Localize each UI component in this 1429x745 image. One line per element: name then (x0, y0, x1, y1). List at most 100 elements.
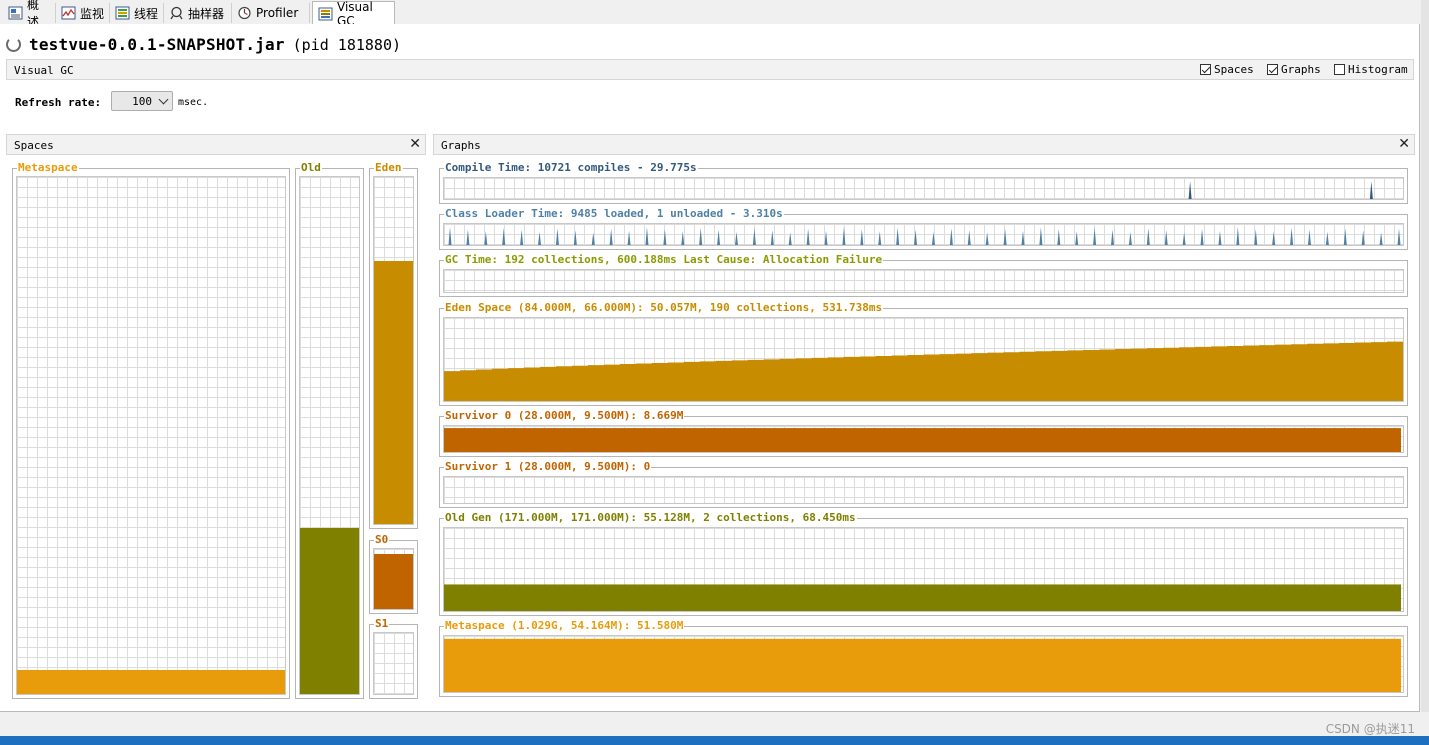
class-load-spike (985, 232, 989, 245)
eden-usage-area (444, 341, 1403, 401)
class-load-spike (1361, 230, 1365, 245)
visual-gc-label: Visual GC (14, 64, 74, 77)
class-load-spike (1325, 231, 1329, 245)
threads-icon (115, 6, 130, 20)
s1-space: S1 (369, 618, 418, 699)
old-gen-chart (444, 584, 1401, 611)
window-edge (1421, 0, 1429, 712)
class-load-spike (824, 230, 828, 245)
gc-time-graph: GC Time: 192 collections, 600.188ms Last… (439, 254, 1408, 297)
graph-label: Class Loader Time: 9485 loaded, 1 unload… (444, 207, 784, 220)
class-load-spike (555, 228, 559, 245)
class-loader-chart (448, 227, 1401, 245)
metaspace-space: Metaspace (12, 162, 290, 699)
class-load-spike (538, 231, 542, 245)
checkbox-box[interactable] (1334, 64, 1345, 75)
histogram-checkbox[interactable]: Histogram (1334, 63, 1408, 76)
s1-label: S1 (374, 617, 390, 630)
graph-plot (443, 269, 1404, 293)
class-load-spike (1290, 227, 1294, 245)
tab-monitor[interactable]: 监视 (56, 3, 110, 23)
graph-plot (443, 317, 1404, 402)
class-load-spike (1039, 227, 1043, 245)
class-load-spike (1093, 227, 1097, 245)
taskbar-strip (0, 736, 1429, 745)
class-load-spike (1182, 232, 1186, 245)
close-icon[interactable]: ✕ (1398, 136, 1410, 152)
graph-plot (443, 527, 1404, 612)
refresh-rate-label: Refresh rate: (15, 96, 102, 109)
compile-spike (1188, 181, 1192, 199)
checkbox-box[interactable] (1200, 64, 1211, 75)
tab-sampler[interactable]: 抽样器 (164, 3, 232, 23)
graph-label: Old Gen (171.000M, 171.000M): 55.128M, 2… (444, 511, 857, 524)
close-icon[interactable]: ✕ (409, 136, 421, 152)
metaspace-graph: Metaspace (1.029G, 54.164M): 51.580M (439, 620, 1408, 697)
tab-profiler[interactable]: Profiler (232, 3, 310, 23)
class-load-spike (1343, 228, 1347, 245)
graph-plot (443, 223, 1404, 246)
tab-label: 抽样器 (188, 6, 225, 21)
class-load-spike (699, 227, 703, 245)
class-load-spike (448, 227, 452, 245)
class-load-spike (878, 231, 882, 245)
spaces-header: Spaces ✕ (6, 134, 426, 155)
graphs-checkbox[interactable]: Graphs (1267, 63, 1321, 76)
checkbox-box[interactable] (1267, 64, 1278, 75)
old-label: Old (300, 161, 322, 174)
class-load-spike (520, 229, 524, 245)
class-load-spike (1164, 230, 1168, 245)
s0-usage-bar (374, 554, 413, 609)
class-load-spike (645, 227, 649, 245)
class-load-spike (609, 228, 613, 245)
eden-space: Eden (369, 162, 418, 529)
refresh-rate-value: 100 (132, 95, 152, 108)
old-space: Old (295, 162, 364, 699)
tab-visual-gc[interactable]: Visual GC (312, 0, 395, 28)
checkbox-label: Spaces (1214, 63, 1254, 76)
s0-usage-area (444, 428, 1401, 452)
profiler-icon (238, 6, 251, 20)
spaces-checkbox[interactable]: Spaces (1200, 63, 1254, 76)
tab-label: 监视 (80, 6, 105, 21)
class-load-spike (1200, 228, 1204, 245)
class-load-spike (1146, 228, 1150, 245)
class-load-spike (1397, 228, 1401, 245)
tab-bar: 概述 监视 线程 抽样器 Profiler Visual GC (0, 0, 1420, 29)
monitor-icon (61, 6, 76, 20)
class-load-spike (663, 229, 667, 245)
class-load-spike (949, 228, 953, 245)
survivor-0-chart (444, 428, 1401, 452)
tab-overview[interactable]: 概述 (3, 0, 56, 29)
old-grid (299, 176, 360, 695)
app-name: testvue-0.0.1-SNAPSHOT.jar (29, 35, 285, 54)
tab-threads[interactable]: 线程 (110, 3, 164, 23)
eden-grid (373, 176, 414, 525)
class-load-spike (1021, 230, 1025, 245)
refresh-rate-unit: msec. (178, 97, 209, 108)
compile-time-graph: Compile Time: 10721 compiles - 29.775s (439, 162, 1408, 204)
survivor-1-chart (444, 477, 1403, 503)
compile-spike (1369, 181, 1373, 199)
class-load-spike (1379, 232, 1383, 245)
eden-space-graph: Eden Space (84.000M, 66.000M): 50.057M, … (439, 302, 1408, 406)
refresh-rate-select[interactable]: 100 (111, 91, 173, 111)
visualgc-icon (318, 7, 333, 20)
eden-label: Eden (374, 161, 403, 174)
class-load-spike (1003, 228, 1007, 245)
loading-spinner-icon (6, 37, 21, 52)
class-load-spike (860, 229, 864, 245)
eden-usage-bar (374, 260, 413, 524)
graph-label: Compile Time: 10721 compiles - 29.775s (444, 161, 698, 174)
graph-label: Survivor 0 (28.000M, 9.500M): 8.669M (444, 409, 685, 422)
class-load-spike (967, 230, 971, 245)
old-gen-graph: Old Gen (171.000M, 171.000M): 55.128M, 2… (439, 512, 1408, 616)
class-load-spike (1272, 231, 1276, 245)
compile-time-chart (1188, 181, 1373, 199)
graph-label: Metaspace (1.029G, 54.164M): 51.580M (444, 619, 685, 632)
class-load-spike (842, 227, 846, 245)
class-load-spike (931, 231, 935, 245)
s1-grid (373, 632, 414, 695)
class-load-spike (734, 231, 738, 245)
class-load-spike (466, 229, 470, 245)
